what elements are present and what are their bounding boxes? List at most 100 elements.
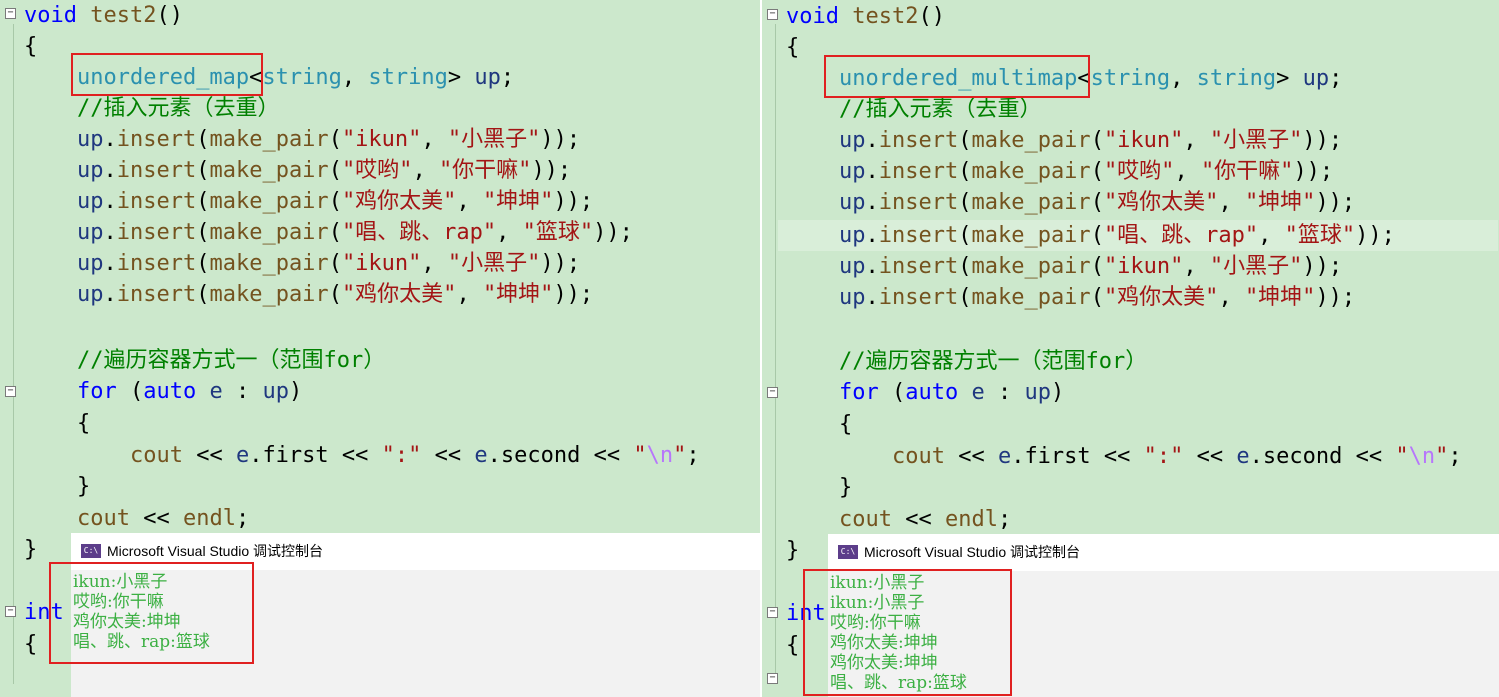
- variable: e: [474, 443, 488, 468]
- code-line[interactable]: for (auto e : up): [786, 377, 1064, 408]
- code-line[interactable]: cout << endl;: [786, 504, 1011, 535]
- method-name: insert: [116, 251, 197, 276]
- punct: ));: [1315, 285, 1356, 310]
- code-line[interactable]: up.insert(make_pair("ikun", "小黑子"));: [786, 251, 1342, 282]
- string-literal: "唱、跳、rap": [1103, 223, 1259, 248]
- code-line[interactable]: up.insert(make_pair("唱、跳、rap", "篮球"));: [24, 217, 633, 248]
- code-line[interactable]: up.insert(make_pair("哎哟", "你干嘛"));: [24, 155, 571, 186]
- code-line[interactable]: }: [24, 534, 37, 565]
- string-literal: ": [1435, 444, 1449, 469]
- code-line[interactable]: //插入元素（去重）: [786, 94, 1042, 125]
- punct: ,: [1174, 159, 1201, 184]
- code-line[interactable]: cout << e.first << ":" << e.second << "\…: [786, 441, 1462, 472]
- highlight-box: [71, 53, 263, 96]
- code-line[interactable]: {: [24, 408, 90, 439]
- keyword: for: [838, 380, 879, 405]
- string-literal: "篮球": [522, 220, 594, 245]
- type-name: string: [1090, 66, 1171, 91]
- punct: ));: [1293, 159, 1334, 184]
- code-line[interactable]: {: [786, 32, 799, 63]
- operator: <<: [1183, 444, 1237, 469]
- code-line[interactable]: {: [24, 629, 37, 660]
- punct: ,: [456, 189, 483, 214]
- operator: <<: [891, 507, 945, 532]
- code-line[interactable]: }: [24, 471, 90, 502]
- punct: ,: [1218, 285, 1245, 310]
- punct: .: [865, 128, 879, 153]
- code-line[interactable]: up.insert(make_pair("哎哟", "你干嘛"));: [786, 156, 1333, 187]
- console-app-icon: C:\: [81, 544, 101, 558]
- code-line[interactable]: }: [786, 472, 852, 503]
- fold-toggle-icon[interactable]: −: [5, 386, 16, 397]
- code-line[interactable]: up.insert(make_pair("鸡你太美", "坤坤"));: [786, 187, 1355, 218]
- brace: {: [786, 35, 800, 60]
- punct: .: [865, 254, 879, 279]
- variable: up: [838, 223, 866, 248]
- code-line[interactable]: void test2(): [786, 1, 945, 32]
- keyword: void: [24, 3, 77, 28]
- code-line[interactable]: cout << endl;: [24, 503, 249, 534]
- code-line[interactable]: up.insert(make_pair("ikun", "小黑子"));: [786, 125, 1342, 156]
- punct: .: [103, 251, 117, 276]
- fold-toggle-icon[interactable]: −: [5, 8, 16, 19]
- method-name: insert: [116, 220, 197, 245]
- punct: (: [196, 189, 210, 214]
- highlight-box: [824, 55, 1090, 98]
- code-line[interactable]: {: [24, 31, 37, 62]
- function-name: make_pair: [971, 159, 1091, 184]
- code-line[interactable]: void test2(): [24, 0, 183, 31]
- variable: up: [76, 127, 104, 152]
- escape-sequence: \n: [1408, 444, 1436, 469]
- punct: ,: [1258, 223, 1285, 248]
- punct: (: [328, 158, 342, 183]
- punct: (: [878, 380, 906, 405]
- punct: ));: [1315, 190, 1356, 215]
- editor-pane-left[interactable]: − − − void test2() { unordered_map<strin…: [0, 0, 760, 697]
- code-line[interactable]: up.insert(make_pair("ikun", "小黑子"));: [24, 248, 580, 279]
- code-line[interactable]: up.insert(make_pair("鸡你太美", "坤坤"));: [24, 186, 593, 217]
- method-name: insert: [878, 254, 959, 279]
- string-literal: "小黑子": [447, 127, 541, 152]
- code-line[interactable]: up.insert(make_pair("鸡你太美", "坤坤"));: [786, 282, 1355, 313]
- code-line[interactable]: //插入元素（去重）: [24, 93, 280, 124]
- code-line[interactable]: up.insert(make_pair("唱、跳、rap", "篮球"));: [786, 220, 1395, 251]
- punct: ;: [1448, 444, 1462, 469]
- fold-toggle-icon[interactable]: −: [767, 387, 778, 398]
- punct: (: [1090, 285, 1104, 310]
- function-name: make_pair: [971, 190, 1091, 215]
- string-literal: "你干嘛": [438, 158, 532, 183]
- code-line[interactable]: //遍历容器方式一（范围for）: [24, 345, 385, 376]
- function-name: make_pair: [209, 282, 329, 307]
- operator: <<: [328, 443, 382, 468]
- variable: up: [838, 285, 866, 310]
- fold-toggle-icon[interactable]: −: [767, 607, 778, 618]
- variable: up: [838, 159, 866, 184]
- fold-toggle-icon[interactable]: −: [5, 606, 16, 617]
- code-line[interactable]: up.insert(make_pair("鸡你太美", "坤坤"));: [24, 279, 593, 310]
- code-line[interactable]: //遍历容器方式一（范围for）: [786, 346, 1147, 377]
- code-line[interactable]: cout << e.first << ":" << e.second << "\…: [24, 440, 700, 471]
- console-title-bar[interactable]: C:\ Microsoft Visual Studio 调试控制台: [828, 534, 1499, 571]
- comment: //插入元素（去重）: [76, 96, 280, 121]
- code-line[interactable]: up.insert(make_pair("ikun", "小黑子"));: [24, 124, 580, 155]
- console-app-icon: C:\: [838, 545, 858, 559]
- fold-toggle-icon[interactable]: −: [767, 9, 778, 20]
- operator: <<: [129, 506, 183, 531]
- operator: <<: [1090, 444, 1144, 469]
- punct: .: [487, 443, 501, 468]
- code-line[interactable]: {: [786, 630, 799, 661]
- code-line[interactable]: }: [786, 535, 799, 566]
- string-literal: "鸡你太美": [1103, 285, 1219, 310]
- code-line[interactable]: for (auto e : up): [24, 376, 302, 407]
- code-line[interactable]: {: [786, 409, 852, 440]
- method-name: insert: [878, 285, 959, 310]
- editor-pane-right[interactable]: − − − − void test2() { unordered_multima…: [762, 0, 1499, 697]
- punct: (: [196, 158, 210, 183]
- fold-toggle-icon[interactable]: −: [767, 673, 778, 684]
- punct: .: [1011, 444, 1025, 469]
- punct: ));: [540, 251, 581, 276]
- identifier: cout: [891, 444, 945, 469]
- function-name: make_pair: [971, 285, 1091, 310]
- function-name: make_pair: [209, 158, 329, 183]
- string-literal: "小黑子": [1209, 128, 1303, 153]
